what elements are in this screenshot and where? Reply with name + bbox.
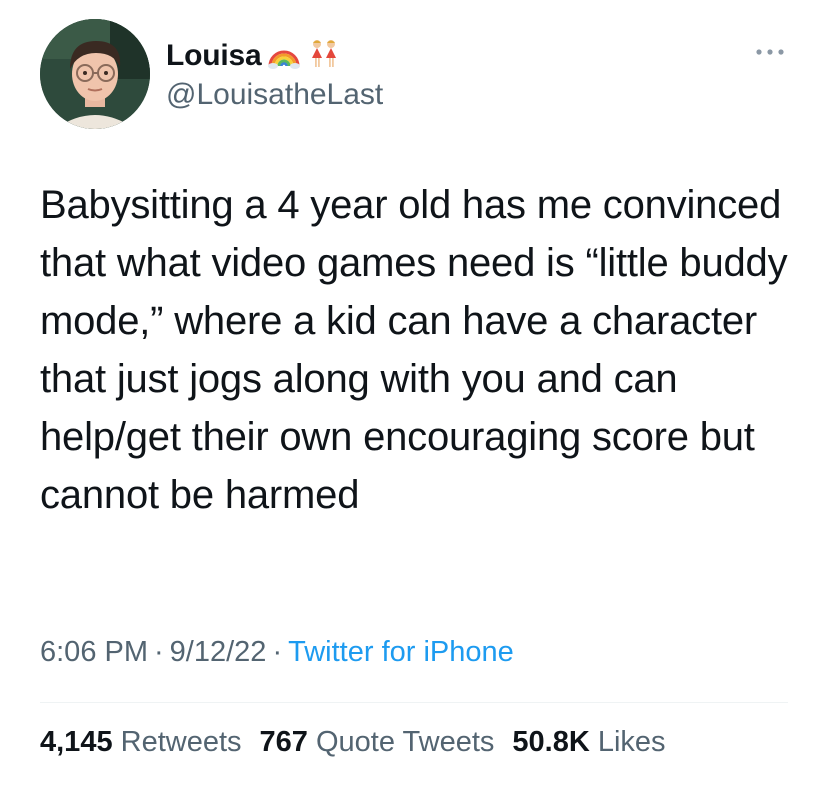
meta-separator: · (272, 636, 283, 668)
tweet-text: Babysitting a 4 year old has me convince… (40, 183, 788, 517)
tweet-card: Louisa @LouisatheLast Babysitting a 4 ye… (0, 0, 828, 787)
author-name-row[interactable]: Louisa (166, 36, 341, 76)
display-name[interactable]: Louisa (166, 39, 262, 73)
more-icon (756, 49, 784, 55)
retweets-stat[interactable]: 4,145 Retweets (40, 726, 242, 759)
likes-label: Likes (597, 726, 666, 758)
more-options-button[interactable] (752, 44, 788, 60)
quote-tweets-label: Quote Tweets (315, 726, 495, 758)
two-women-icon (307, 38, 341, 75)
divider (40, 702, 788, 703)
quote-tweets-count: 767 (259, 726, 308, 758)
retweets-label: Retweets (120, 726, 242, 758)
tweet-date[interactable]: 9/12/22 (170, 636, 267, 668)
avatar[interactable] (40, 19, 150, 129)
engagement-stats: 4,145 Retweets 767 Quote Tweets 50.8K Li… (40, 726, 666, 759)
tweet-source-link[interactable]: Twitter for iPhone (288, 636, 514, 668)
rainbow-icon (267, 39, 301, 74)
likes-stat[interactable]: 50.8K Likes (512, 726, 665, 759)
tweet-meta: 6:06 PM · 9/12/22 · Twitter for iPhone (40, 636, 514, 669)
retweets-count: 4,145 (40, 726, 113, 758)
tweet-time[interactable]: 6:06 PM (40, 636, 148, 668)
quote-tweets-stat[interactable]: 767 Quote Tweets (260, 726, 495, 759)
user-handle[interactable]: @LouisatheLast (166, 78, 383, 112)
meta-separator: · (154, 636, 164, 668)
likes-count: 50.8K (512, 726, 590, 758)
